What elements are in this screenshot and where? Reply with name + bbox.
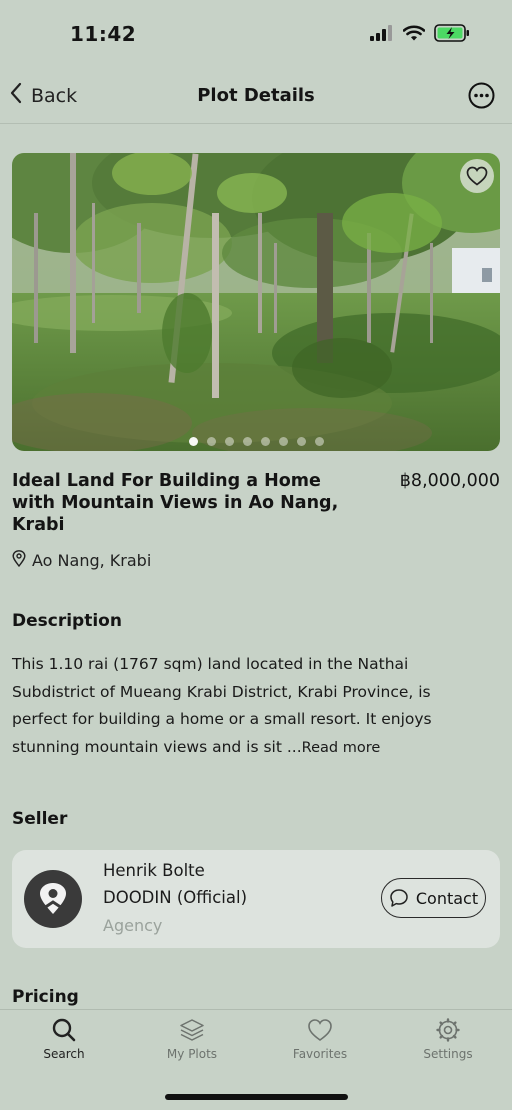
plot-photo (12, 153, 500, 451)
tab-search[interactable]: Search (0, 1018, 128, 1061)
cellular-signal-icon (370, 25, 394, 45)
tab-settings[interactable]: Settings (384, 1018, 512, 1061)
layers-icon (180, 1019, 204, 1041)
page-dot[interactable] (224, 437, 234, 446)
navigation-bar: Back Plot Details (0, 66, 512, 124)
more-horizontal-icon (468, 82, 495, 109)
search-icon (52, 1018, 76, 1042)
status-time: 11:42 (70, 22, 137, 46)
wifi-icon (402, 25, 426, 45)
page-dot[interactable] (188, 437, 198, 446)
page-dot[interactable] (296, 437, 306, 446)
location-text: Ao Nang, Krabi (32, 551, 152, 570)
heart-icon (466, 166, 488, 186)
heart-icon (308, 1019, 332, 1041)
listing-price: ฿8,000,000 (399, 471, 500, 491)
chat-bubble-icon (390, 889, 408, 907)
plot-details-screen: 11:42 Back Plot Details Ideal Land For B… (0, 0, 512, 1110)
page-dot[interactable] (278, 437, 288, 446)
tab-label: My Plots (166, 1047, 218, 1061)
page-title: Plot Details (197, 85, 315, 106)
contact-label: Contact (415, 888, 479, 908)
battery-charging-icon (434, 24, 470, 46)
seller-name: Henrik Bolte (103, 861, 205, 880)
page-dot[interactable] (314, 437, 324, 446)
favorite-button[interactable] (460, 159, 494, 193)
more-options-button[interactable] (468, 82, 495, 109)
home-indicator[interactable] (165, 1094, 348, 1100)
map-pin-logo-icon (40, 883, 66, 914)
listing-location: Ao Nang, Krabi (12, 550, 151, 571)
tab-label: Settings (423, 1047, 473, 1061)
gear-icon (436, 1018, 460, 1042)
description-text-block: This 1.10 rai (1767 sqm) land located in… (12, 651, 482, 762)
page-dot[interactable] (260, 437, 270, 446)
gallery-page-indicator[interactable] (12, 437, 500, 446)
seller-type: Agency (103, 916, 163, 935)
seller-heading: Seller (12, 809, 68, 829)
contact-button[interactable]: Contact (381, 878, 486, 918)
tab-favorites[interactable]: Favorites (256, 1018, 384, 1061)
map-pin-icon (12, 550, 26, 571)
pricing-heading: Pricing (12, 987, 79, 1007)
avatar (24, 870, 82, 928)
status-bar: 11:42 (0, 0, 512, 66)
page-dot[interactable] (206, 437, 216, 446)
tab-my-plots[interactable]: My Plots (128, 1018, 256, 1061)
tab-label: Favorites (292, 1047, 348, 1061)
description-heading: Description (12, 611, 122, 631)
status-icons (370, 24, 470, 46)
seller-card[interactable]: Henrik Bolte DOODIN (Official) Agency Co… (12, 850, 500, 948)
read-more-link[interactable]: Read more (302, 740, 381, 756)
page-dot[interactable] (242, 437, 252, 446)
plot-photo-gallery[interactable] (12, 153, 500, 451)
seller-company: DOODIN (Official) (103, 888, 248, 907)
tab-label: Search (43, 1047, 85, 1061)
listing-title: Ideal Land For Building a Home with Moun… (12, 471, 339, 535)
